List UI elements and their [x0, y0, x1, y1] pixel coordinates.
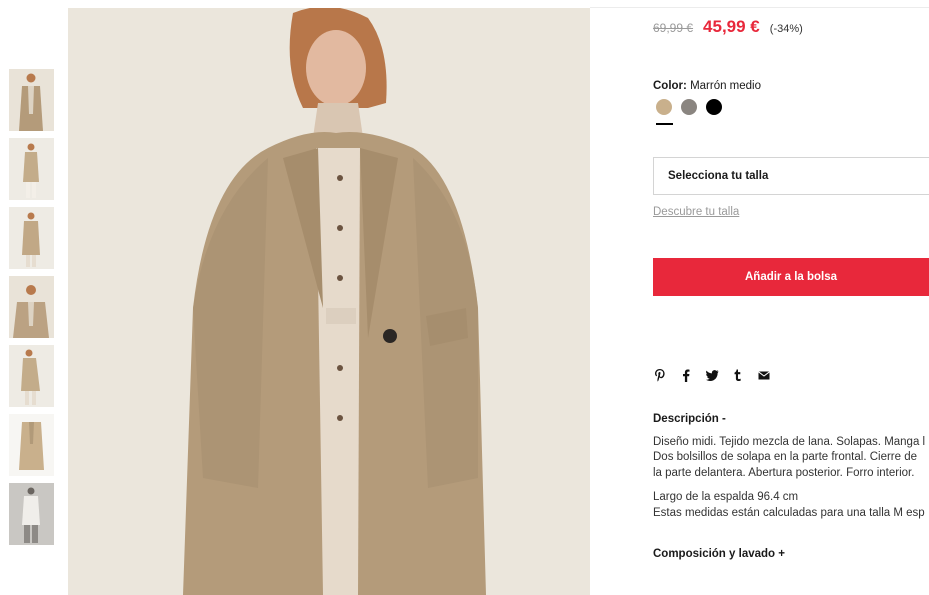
size-guide-link[interactable]: Descubre tu talla	[653, 206, 739, 218]
thumbnail-2[interactable]	[9, 138, 54, 200]
description-line: Diseño midi. Tejido mezcla de lana. Sola…	[653, 436, 926, 448]
description-line: la parte delantera. Abertura posterior. …	[653, 467, 915, 479]
color-info: Color: Marrón medio	[653, 80, 761, 92]
pinterest-icon[interactable]	[653, 368, 667, 382]
facebook-icon[interactable]	[679, 368, 693, 382]
price-row: 69,99 € 45,99 € (-34%)	[653, 17, 803, 37]
description-line: Largo de la espalda 96.4 cm	[653, 491, 799, 503]
share-icons	[653, 368, 783, 382]
thumbnail-4[interactable]	[9, 276, 54, 338]
color-value: Marrón medio	[690, 80, 762, 92]
thumbnail-3[interactable]	[9, 207, 54, 269]
description-line: Dos bolsillos de solapa en la parte fron…	[653, 451, 918, 463]
add-to-bag-button[interactable]: Añadir a la bolsa	[653, 258, 929, 296]
swatch-gray[interactable]	[681, 99, 697, 115]
description-heading[interactable]: Descripción -	[653, 413, 726, 425]
thumbnail-1[interactable]	[9, 69, 54, 131]
color-label: Color:	[653, 80, 687, 92]
size-select[interactable]: Selecciona tu talla	[653, 157, 929, 195]
swatch-black[interactable]	[706, 99, 722, 115]
thumbnail-5[interactable]	[9, 345, 54, 407]
selected-swatch-indicator	[656, 123, 673, 125]
product-info-panel: 69,99 € 45,99 € (-34%) Color: Marrón med…	[653, 0, 929, 595]
original-price: 69,99 €	[653, 21, 694, 35]
tumblr-icon[interactable]	[731, 368, 745, 382]
composition-heading[interactable]: Composición y lavado +	[653, 548, 785, 560]
description-line: Estas medidas están calculadas para una …	[653, 507, 925, 519]
thumbnail-6[interactable]	[9, 414, 54, 476]
thumbnail-7[interactable]	[9, 483, 54, 545]
discount-badge: (-34%)	[769, 23, 803, 35]
swatch-camel[interactable]	[656, 99, 672, 115]
thumbnail-gallery	[9, 69, 54, 552]
sale-price: 45,99 €	[703, 17, 760, 36]
email-icon[interactable]	[757, 368, 771, 382]
color-swatches	[656, 99, 731, 115]
twitter-icon[interactable]	[705, 368, 719, 382]
product-main-image	[68, 8, 590, 595]
